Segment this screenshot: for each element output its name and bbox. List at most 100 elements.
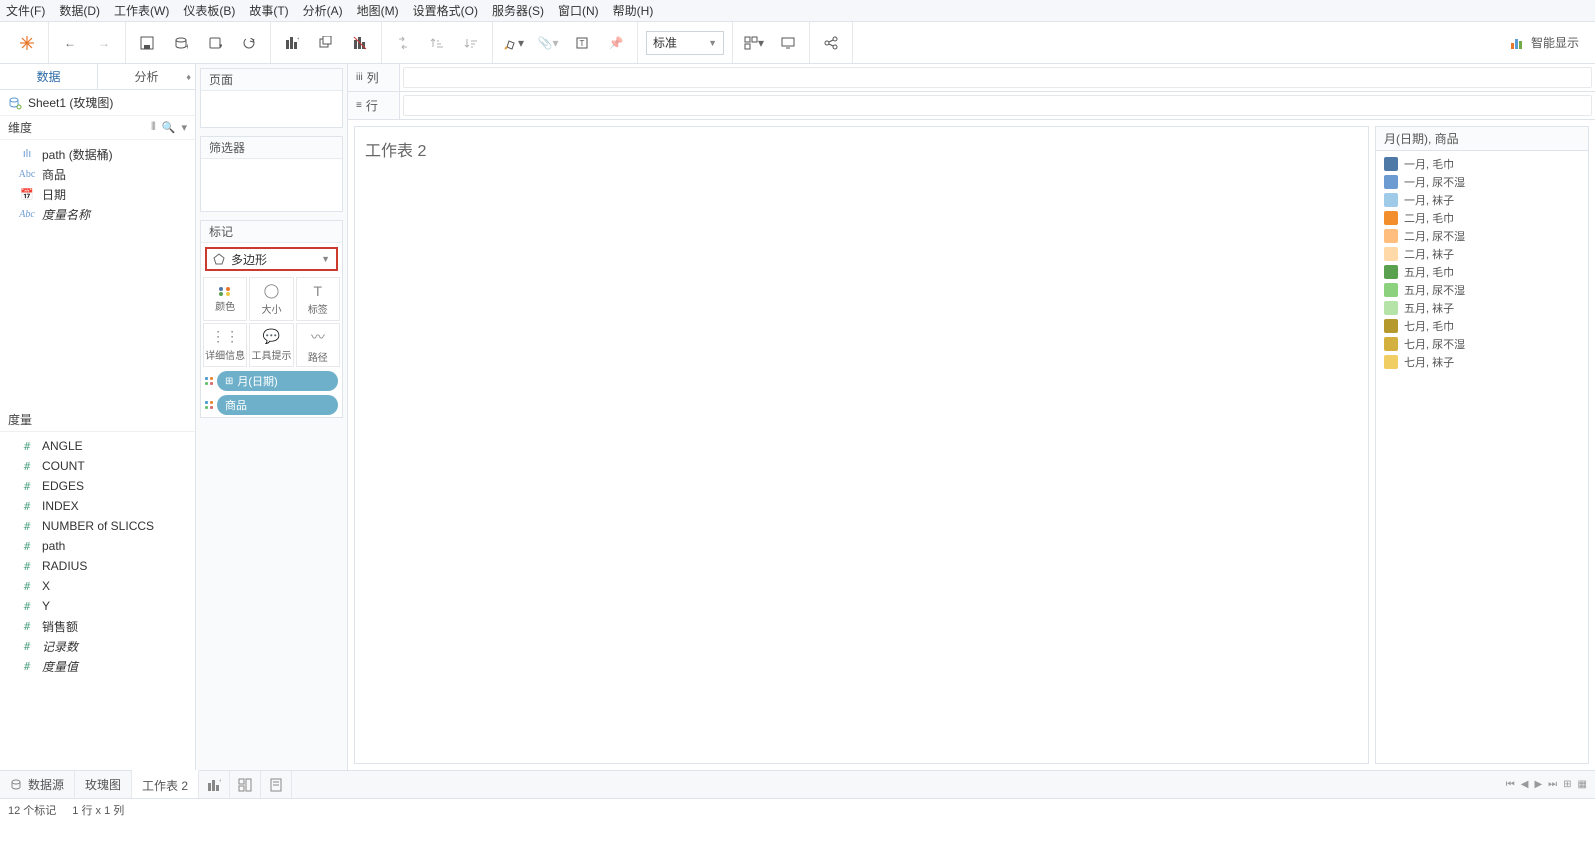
- measure-field[interactable]: #INDEX: [0, 496, 195, 516]
- legend-item[interactable]: 一月, 袜子: [1380, 191, 1584, 209]
- presentation-button[interactable]: [775, 30, 801, 56]
- labels-button[interactable]: T: [569, 30, 595, 56]
- filters-card[interactable]: 筛选器: [200, 136, 343, 212]
- swap-button[interactable]: [390, 30, 416, 56]
- legend-item[interactable]: 一月, 尿不湿: [1380, 173, 1584, 191]
- color-legend[interactable]: 一月, 毛巾一月, 尿不湿一月, 袜子二月, 毛巾二月, 尿不湿二月, 袜子五月…: [1375, 150, 1589, 764]
- prev-icon[interactable]: ◀: [1521, 779, 1529, 790]
- worksheet-title[interactable]: 工作表 2: [365, 137, 1358, 161]
- legend-item[interactable]: 二月, 毛巾: [1380, 209, 1584, 227]
- sheet-tab[interactable]: 玫瑰图: [75, 771, 132, 798]
- sort-desc-button[interactable]: [458, 30, 484, 56]
- marks-color[interactable]: 颜色: [203, 277, 247, 321]
- measure-field[interactable]: #记录数: [0, 636, 195, 656]
- legend-item[interactable]: 五月, 尿不湿: [1380, 281, 1584, 299]
- marks-pill[interactable]: ⊞月(日期): [201, 369, 342, 393]
- grid-icon[interactable]: ⊞: [1563, 779, 1571, 790]
- legend-item[interactable]: 七月, 毛巾: [1380, 317, 1584, 335]
- autoupdate-button[interactable]: ▾: [202, 30, 228, 56]
- marks-detail[interactable]: ⋮⋮详细信息: [203, 323, 247, 367]
- menu-item[interactable]: 帮助(H): [613, 2, 654, 19]
- svg-text:+: +: [219, 778, 221, 785]
- logo-icon[interactable]: [14, 30, 40, 56]
- datasource-tab[interactable]: 数据源: [0, 771, 75, 798]
- view-list-icon[interactable]: ⫴: [151, 121, 156, 134]
- measure-field[interactable]: #度量值: [0, 656, 195, 676]
- showme-icon: [1511, 36, 1525, 50]
- new-sheet-button[interactable]: +: [199, 771, 230, 798]
- measure-field[interactable]: #X: [0, 576, 195, 596]
- menu-item[interactable]: 工作表(W): [114, 2, 169, 19]
- new-datasource-button[interactable]: +: [168, 30, 194, 56]
- marks-tooltip[interactable]: 💬工具提示: [249, 323, 293, 367]
- sort-asc-button[interactable]: [424, 30, 450, 56]
- highlight-button[interactable]: ▾: [501, 30, 527, 56]
- duplicate-button[interactable]: [313, 30, 339, 56]
- menu-item[interactable]: 仪表板(B): [183, 2, 235, 19]
- datasource-icon: [8, 96, 22, 110]
- dimension-field[interactable]: 📅日期: [0, 184, 195, 204]
- datasource-row[interactable]: Sheet1 (玫瑰图): [0, 90, 195, 116]
- worksheet-view[interactable]: 工作表 2: [354, 126, 1369, 764]
- menu-item[interactable]: 设置格式(O): [413, 2, 478, 19]
- legend-item[interactable]: 五月, 袜子: [1380, 299, 1584, 317]
- dimension-field[interactable]: Abc度量名称: [0, 204, 195, 224]
- menu-icon[interactable]: ▾: [181, 121, 187, 134]
- legend-item[interactable]: 二月, 袜子: [1380, 245, 1584, 263]
- measure-field[interactable]: #path: [0, 536, 195, 556]
- legend-item[interactable]: 五月, 毛巾: [1380, 263, 1584, 281]
- save-button[interactable]: [134, 30, 160, 56]
- legend-item[interactable]: 七月, 袜子: [1380, 353, 1584, 371]
- back-button[interactable]: ←: [57, 30, 83, 56]
- measure-field[interactable]: #Y: [0, 596, 195, 616]
- share-button[interactable]: [818, 30, 844, 56]
- menu-item[interactable]: 文件(F): [6, 2, 45, 19]
- menu-item[interactable]: 服务器(S): [492, 2, 544, 19]
- data-sidebar: 数据 分析♦ Sheet1 (玫瑰图) 维度 ⫴🔍▾ ılıpath (数据桶)…: [0, 64, 196, 770]
- marks-path[interactable]: 〰路径: [296, 323, 340, 367]
- new-story-button[interactable]: [261, 771, 292, 798]
- group-button[interactable]: 📎▾: [535, 30, 561, 56]
- menu-item[interactable]: 数据(D): [59, 2, 100, 19]
- menu-item[interactable]: 地图(M): [357, 2, 399, 19]
- menu-item[interactable]: 分析(A): [303, 2, 343, 19]
- legend-item[interactable]: 二月, 尿不湿: [1380, 227, 1584, 245]
- new-dashboard-button[interactable]: [230, 771, 261, 798]
- marks-label[interactable]: T标签: [296, 277, 340, 321]
- menu-item[interactable]: 窗口(N): [558, 2, 599, 19]
- measure-field[interactable]: #RADIUS: [0, 556, 195, 576]
- dimension-field[interactable]: ılıpath (数据桶): [0, 144, 195, 164]
- columns-shelf[interactable]: iii列: [348, 64, 1595, 92]
- menu-item[interactable]: 故事(T): [249, 2, 288, 19]
- legend-item[interactable]: 七月, 尿不湿: [1380, 335, 1584, 353]
- mark-type-select[interactable]: 多边形 ▼: [205, 247, 338, 271]
- pin-button[interactable]: 📌: [603, 30, 629, 56]
- pages-card[interactable]: 页面: [200, 68, 343, 128]
- show-me-button[interactable]: 智能显示: [1501, 34, 1589, 51]
- rows-shelf[interactable]: ≡行: [348, 92, 1595, 120]
- last-icon[interactable]: ⏭: [1548, 779, 1557, 790]
- forward-button[interactable]: →: [91, 30, 117, 56]
- tab-analytics[interactable]: 分析♦: [98, 64, 195, 89]
- sheet-tab[interactable]: 工作表 2: [132, 770, 199, 798]
- measure-field[interactable]: #EDGES: [0, 476, 195, 496]
- legend-item[interactable]: 一月, 毛巾: [1380, 155, 1584, 173]
- cards-button[interactable]: ▾: [741, 30, 767, 56]
- measure-field[interactable]: #COUNT: [0, 456, 195, 476]
- measure-field[interactable]: #销售额: [0, 616, 195, 636]
- search-icon[interactable]: 🔍: [162, 121, 176, 134]
- clear-button[interactable]: [347, 30, 373, 56]
- dimension-field[interactable]: Abc商品: [0, 164, 195, 184]
- filmstrip-controls[interactable]: ⏮ ◀ ▶ ⏭ ⊞ ▦: [1498, 771, 1595, 798]
- new-worksheet-button[interactable]: +: [279, 30, 305, 56]
- first-icon[interactable]: ⏮: [1506, 779, 1515, 790]
- tab-data[interactable]: 数据: [0, 64, 98, 89]
- marks-size[interactable]: ◯大小: [249, 277, 293, 321]
- measure-field[interactable]: #NUMBER of SLICCS: [0, 516, 195, 536]
- tabs-icon[interactable]: ▦: [1578, 779, 1587, 790]
- marks-pill[interactable]: 商品: [201, 393, 342, 417]
- fit-select[interactable]: 标准▼: [646, 31, 724, 55]
- measure-field[interactable]: #ANGLE: [0, 436, 195, 456]
- refresh-button[interactable]: [236, 30, 262, 56]
- next-icon[interactable]: ▶: [1534, 779, 1542, 790]
